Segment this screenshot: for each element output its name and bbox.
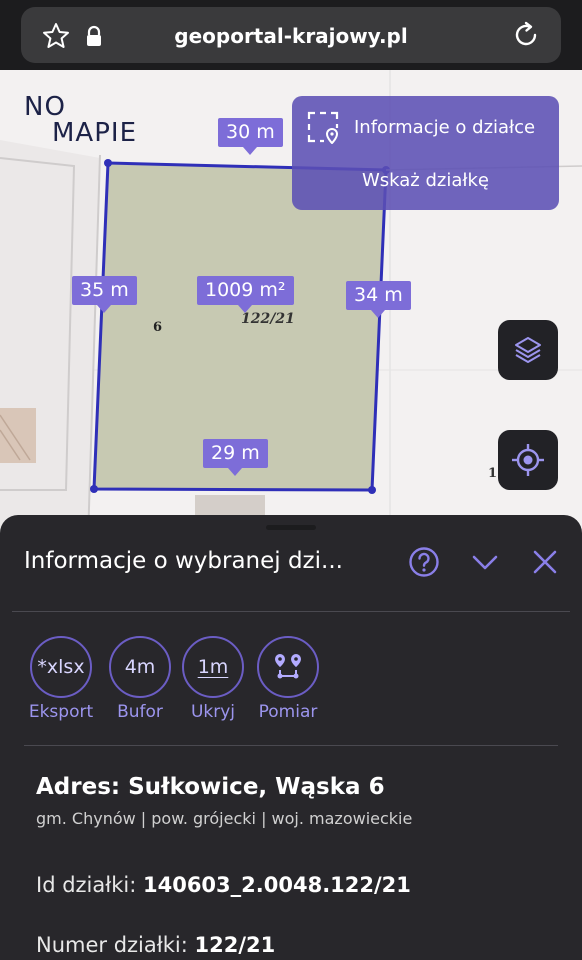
parcel-number-value: 122/21 xyxy=(194,933,276,957)
parcel-info-button[interactable]: Informacje o działce xyxy=(306,110,535,144)
export-label: Eksport xyxy=(28,702,94,722)
map-view[interactable]: NO MAPIE 30 m 35 m 1009 m² 34 m 29 m 122… xyxy=(0,70,582,540)
parcel-id-value: 140603_2.0048.122/21 xyxy=(142,873,411,897)
divider xyxy=(24,745,558,746)
parcel-id-label: Id działki: xyxy=(36,873,137,897)
neighbor-parcel-label: 6 xyxy=(153,320,163,335)
dimension-left-label: 35 m xyxy=(72,276,137,313)
parcel-info-label: Informacje o działce xyxy=(354,116,536,138)
address-heading: Adres: Sułkowice, Wąska 6 xyxy=(36,774,385,800)
measure-button[interactable] xyxy=(257,636,319,698)
parcel-number-label: 122/21 xyxy=(241,311,295,327)
parcel-id-row: Id działki: 140603_2.0048.122/21 xyxy=(36,873,411,897)
export-tool[interactable]: *xlsx Eksport xyxy=(16,636,106,722)
dimension-top-label: 30 m xyxy=(218,118,283,155)
hide-button[interactable]: 1m xyxy=(182,636,244,698)
target-icon xyxy=(512,444,544,476)
export-button[interactable]: *xlsx xyxy=(30,636,92,698)
measure-pins-icon xyxy=(275,654,301,679)
parcel-info-panel: Informacje o działce Wskaż działkę xyxy=(292,96,559,210)
layers-icon xyxy=(515,337,541,363)
dimension-bottom-label: 29 m xyxy=(203,439,268,476)
select-area-icon xyxy=(307,111,339,144)
locate-button[interactable] xyxy=(498,430,558,490)
sheet-title: Informacje o wybranej dzi... xyxy=(24,548,343,574)
measure-tool[interactable]: Pomiar xyxy=(243,636,333,722)
url-text[interactable]: geoportal-krajowy.pl xyxy=(21,24,561,48)
logo-text-bottom: MAPIE xyxy=(52,118,137,148)
edge-parcel-label: 1 xyxy=(488,466,498,481)
parcel-details-sheet: Informacje o wybranej dzi... *xlsx Ekspo… xyxy=(0,515,582,960)
measure-label: Pomiar xyxy=(258,702,318,722)
buffer-button[interactable]: 4m xyxy=(109,636,171,698)
reload-icon[interactable] xyxy=(511,20,541,50)
parcel-number-row: Numer działki: 122/21 xyxy=(36,933,275,957)
help-icon[interactable] xyxy=(408,546,440,578)
divider xyxy=(12,611,570,612)
layers-button[interactable] xyxy=(498,320,558,380)
area-label: 1009 m² xyxy=(197,276,294,313)
nomapie-logo: NO MAPIE xyxy=(24,92,164,148)
browser-bar: geoportal-krajowy.pl xyxy=(0,0,582,70)
address-bar[interactable]: geoportal-krajowy.pl xyxy=(21,7,561,63)
address-subline: gm. Chynów | pow. grójecki | woj. mazowi… xyxy=(36,809,413,828)
dimension-right-label: 34 m xyxy=(346,281,411,318)
chevron-down-icon[interactable] xyxy=(469,546,501,578)
parcel-number-label: Numer działki: xyxy=(36,933,188,957)
select-parcel-button[interactable]: Wskaż działkę xyxy=(292,170,559,191)
sheet-drag-handle[interactable] xyxy=(266,525,316,530)
close-icon[interactable] xyxy=(529,546,561,578)
